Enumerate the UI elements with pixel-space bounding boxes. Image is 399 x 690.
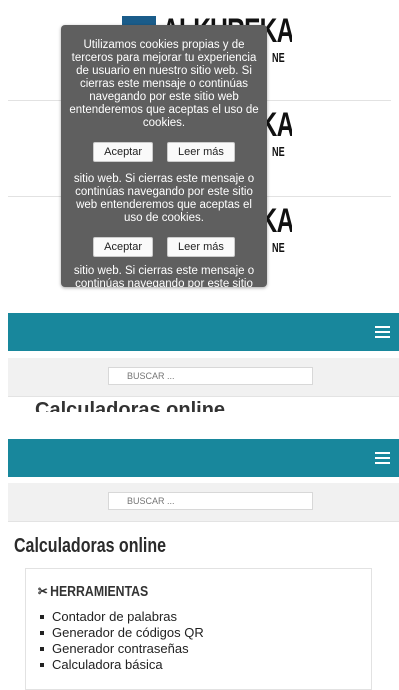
cookie-block: Utilizamos cookies propias y de terceros… <box>61 39 267 162</box>
cookie-block: sitio web. Si cierras este mensaje o con… <box>61 173 267 257</box>
scissors-icon: ✂ <box>38 583 48 599</box>
search-input[interactable] <box>108 492 313 510</box>
cookie-message-repeat: sitio web. Si cierras este mensaje o con… <box>73 173 255 224</box>
tools-list: Contador de palabras Generador de código… <box>38 609 204 673</box>
logo-subtext: NE <box>272 50 285 65</box>
logo-subtext: NE <box>272 240 285 255</box>
tools-heading-label: HERRAMIENTAS <box>50 583 149 600</box>
cookie-block: sitio web. Si cierras este mensaje o con… <box>61 265 267 287</box>
list-item: Calculadora básica <box>38 657 204 673</box>
cookie-message: Utilizamos cookies propias y de terceros… <box>69 39 259 129</box>
read-more-button[interactable]: Leer más <box>167 237 235 257</box>
search-bar <box>8 483 399 522</box>
cookie-notice: Utilizamos cookies propias y de terceros… <box>61 25 267 287</box>
tool-link[interactable]: Generador de códigos QR <box>52 625 204 640</box>
list-item: Contador de palabras <box>38 609 204 625</box>
cookie-actions: Aceptar Leer más <box>61 142 267 162</box>
tools-heading: ✂ HERRAMIENTAS <box>38 583 148 600</box>
page-title-partial: Calculadoras online <box>35 399 226 412</box>
tool-link[interactable]: Generador contraseñas <box>52 641 189 656</box>
accept-cookies-button[interactable]: Aceptar <box>93 142 154 162</box>
search-bar <box>8 358 399 397</box>
tools-widget: ✂ HERRAMIENTAS Contador de palabras Gener… <box>25 568 372 690</box>
hamburger-menu-icon[interactable] <box>375 326 390 338</box>
logo-subtext: NE <box>272 144 285 159</box>
hamburger-menu-icon[interactable] <box>375 452 390 464</box>
cookie-actions: Aceptar Leer más <box>61 237 267 257</box>
read-more-button[interactable]: Leer más <box>167 142 235 162</box>
list-item: Generador contraseñas <box>38 641 204 657</box>
tool-link[interactable]: Contador de palabras <box>52 609 177 624</box>
tool-link[interactable]: Calculadora básica <box>52 657 163 672</box>
page-title: Calculadoras online <box>14 535 167 557</box>
top-nav <box>8 439 399 477</box>
accept-cookies-button[interactable]: Aceptar <box>93 237 154 257</box>
top-nav <box>8 313 399 351</box>
search-input[interactable] <box>108 367 313 385</box>
cookie-message-tail: sitio web. Si cierras este mensaje o con… <box>73 265 255 287</box>
list-item: Generador de códigos QR <box>38 625 204 641</box>
